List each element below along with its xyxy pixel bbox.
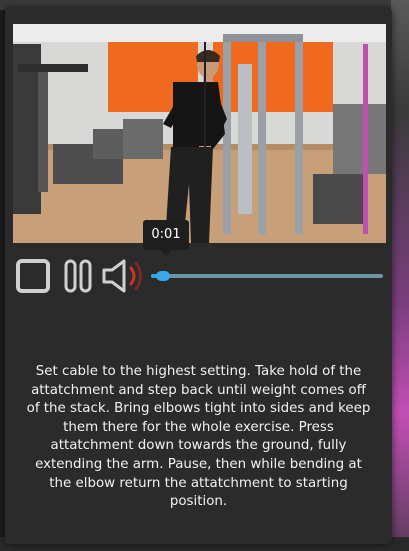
pause-button[interactable] xyxy=(63,258,93,294)
video-frame xyxy=(13,24,386,243)
seek-bar[interactable] xyxy=(151,271,383,281)
exercise-video[interactable] xyxy=(13,24,386,243)
video-controls xyxy=(15,258,387,298)
exercise-video-modal: 0:01 Set cable to the highest setting. T xyxy=(5,8,392,544)
background-app-edge xyxy=(391,0,409,551)
current-time-tooltip: 0:01 xyxy=(143,220,189,256)
seek-handle[interactable] xyxy=(155,271,170,281)
stop-icon xyxy=(16,259,50,293)
volume-button[interactable] xyxy=(101,258,147,294)
volume-icon xyxy=(102,259,142,293)
exercise-instructions: Set cable to the highest setting. Take h… xyxy=(26,364,371,510)
stop-button[interactable] xyxy=(15,258,51,294)
pause-icon xyxy=(64,259,92,293)
